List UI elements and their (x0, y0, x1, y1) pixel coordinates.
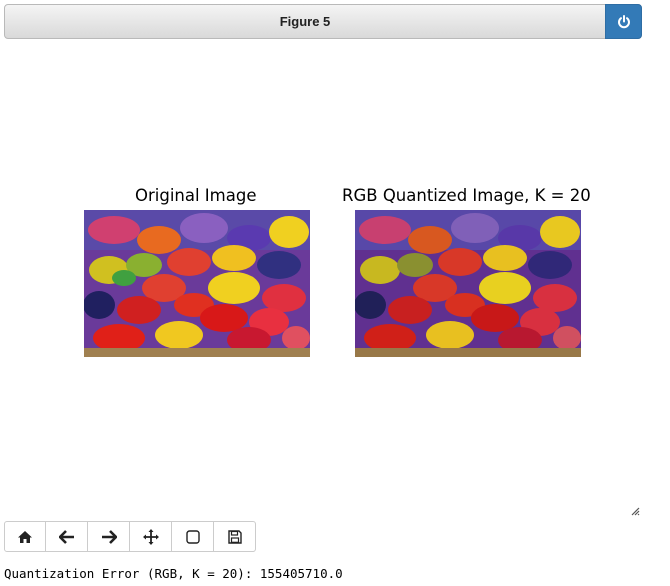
power-icon (617, 14, 630, 28)
quantization-error-output: Quantization Error (RGB, K = 20): 155405… (4, 566, 343, 581)
quantized-image (355, 210, 581, 357)
floppy-disk-icon (227, 529, 242, 544)
figure-canvas[interactable]: Original Image RGB Quantized Image, K = … (4, 44, 642, 518)
original-image (84, 210, 310, 357)
close-figure-button[interactable] (605, 4, 642, 39)
arrow-left-icon (58, 529, 74, 544)
back-button[interactable] (46, 521, 88, 552)
save-button[interactable] (214, 521, 256, 552)
home-button[interactable] (4, 521, 46, 552)
figure-titlebar: Figure 5 (4, 4, 642, 39)
home-icon (18, 530, 32, 543)
figure-title: Figure 5 (279, 14, 331, 29)
square-icon (185, 529, 200, 544)
figure-toolbar (4, 521, 256, 552)
resize-grip-icon[interactable] (630, 506, 640, 516)
original-image-title: Original Image (135, 186, 257, 205)
zoom-button[interactable] (172, 521, 214, 552)
forward-button[interactable] (88, 521, 130, 552)
pan-button[interactable] (130, 521, 172, 552)
arrow-right-icon (101, 529, 117, 544)
quantized-image-title: RGB Quantized Image, K = 20 (342, 186, 591, 205)
move-icon (142, 528, 159, 545)
